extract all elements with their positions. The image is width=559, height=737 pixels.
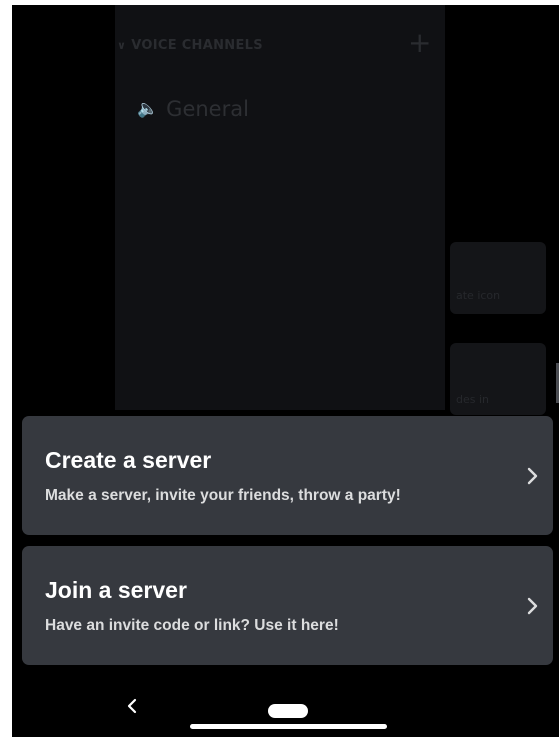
channel-general: 🔈 General [137,97,249,121]
chevron-right-icon [513,467,553,485]
join-server-title: Join a server [45,576,187,603]
join-server-button[interactable]: Join a server Have an invite code or lin… [22,546,553,665]
speaker-icon: 🔈 [137,99,159,119]
create-server-button[interactable]: Create a server Make a server, invite yo… [22,416,553,535]
background-card-2-text: des in [456,393,490,406]
screen: ∨ VOICE CHANNELS + 🔈 General ate icon de… [12,5,559,737]
navigation-bar [12,677,559,737]
background-card-1: ate icon [450,242,546,314]
join-server-subtitle: Have an invite code or link? Use it here… [45,616,339,634]
background-card-2: des in [450,343,546,415]
voice-channels-label: VOICE CHANNELS [131,38,263,53]
background-channel-panel [115,5,445,410]
channel-general-label: General [166,97,249,121]
create-server-title: Create a server [45,446,212,473]
create-server-subtitle: Make a server, invite your friends, thro… [45,486,401,504]
voice-channels-header: ∨ VOICE CHANNELS [117,38,263,53]
chevron-right-icon [513,597,553,615]
home-pill-icon[interactable] [268,704,308,718]
back-icon[interactable] [125,697,139,719]
add-channel-icon: + [408,26,432,59]
chevron-down-icon: ∨ [117,39,127,52]
home-indicator[interactable] [190,724,387,729]
background-card-1-text: ate icon [456,289,501,302]
